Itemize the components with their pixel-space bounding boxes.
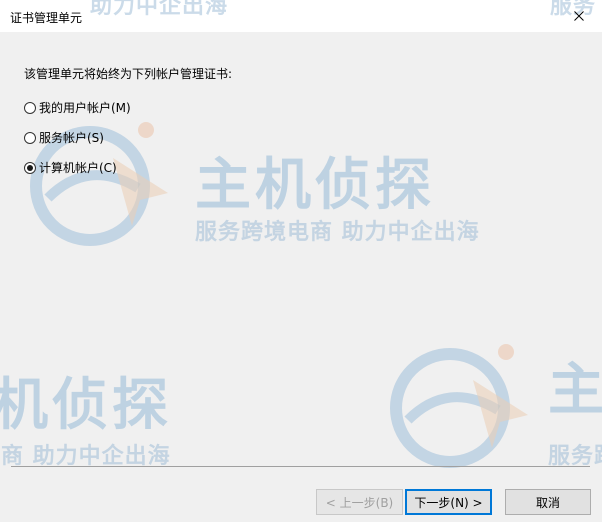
window-title: 证书管理单元 xyxy=(10,11,83,25)
footer-separator xyxy=(11,466,590,467)
option-label: 我的用户帐户(M) xyxy=(39,101,131,115)
watermark-top-partial-left: 助力中企出海 xyxy=(90,0,229,19)
next-button[interactable]: 下一步(N) > xyxy=(405,489,492,515)
option-my-user-account[interactable]: 我的用户帐户(M) xyxy=(24,99,131,116)
back-button[interactable]: < 上一步(B) xyxy=(316,489,403,515)
watermark-brand-partial-right: 主 xyxy=(548,358,602,423)
radio-service-account[interactable] xyxy=(24,131,36,144)
title-bar: 助力中企出海 服务 证书管理单元 xyxy=(0,0,602,32)
watermark-logo-icon xyxy=(388,340,538,473)
cancel-button[interactable]: 取消 xyxy=(505,489,591,515)
watermark-brand: 主机侦探 xyxy=(195,153,435,218)
radio-computer-account[interactable] xyxy=(24,161,36,174)
option-service-account[interactable]: 服务帐户(S) xyxy=(24,129,104,146)
watermark-brand-partial-left: 机侦探 xyxy=(0,373,172,438)
instruction-text: 该管理单元将始终为下列帐户管理证书: xyxy=(24,67,233,81)
radio-my-user-account[interactable] xyxy=(24,101,36,114)
close-button[interactable] xyxy=(556,0,602,32)
certificate-snapin-dialog: 主机侦探 服务跨境电商 助力中企出海 机侦探 主 电商 助力中企出海 服务跨 助… xyxy=(0,0,602,522)
option-label: 服务帐户(S) xyxy=(39,131,104,145)
option-label: 计算机帐户(C) xyxy=(39,161,117,175)
watermark-slogan: 服务跨境电商 助力中企出海 xyxy=(195,220,480,245)
close-icon xyxy=(574,11,584,21)
option-computer-account[interactable]: 计算机帐户(C) xyxy=(24,159,117,176)
